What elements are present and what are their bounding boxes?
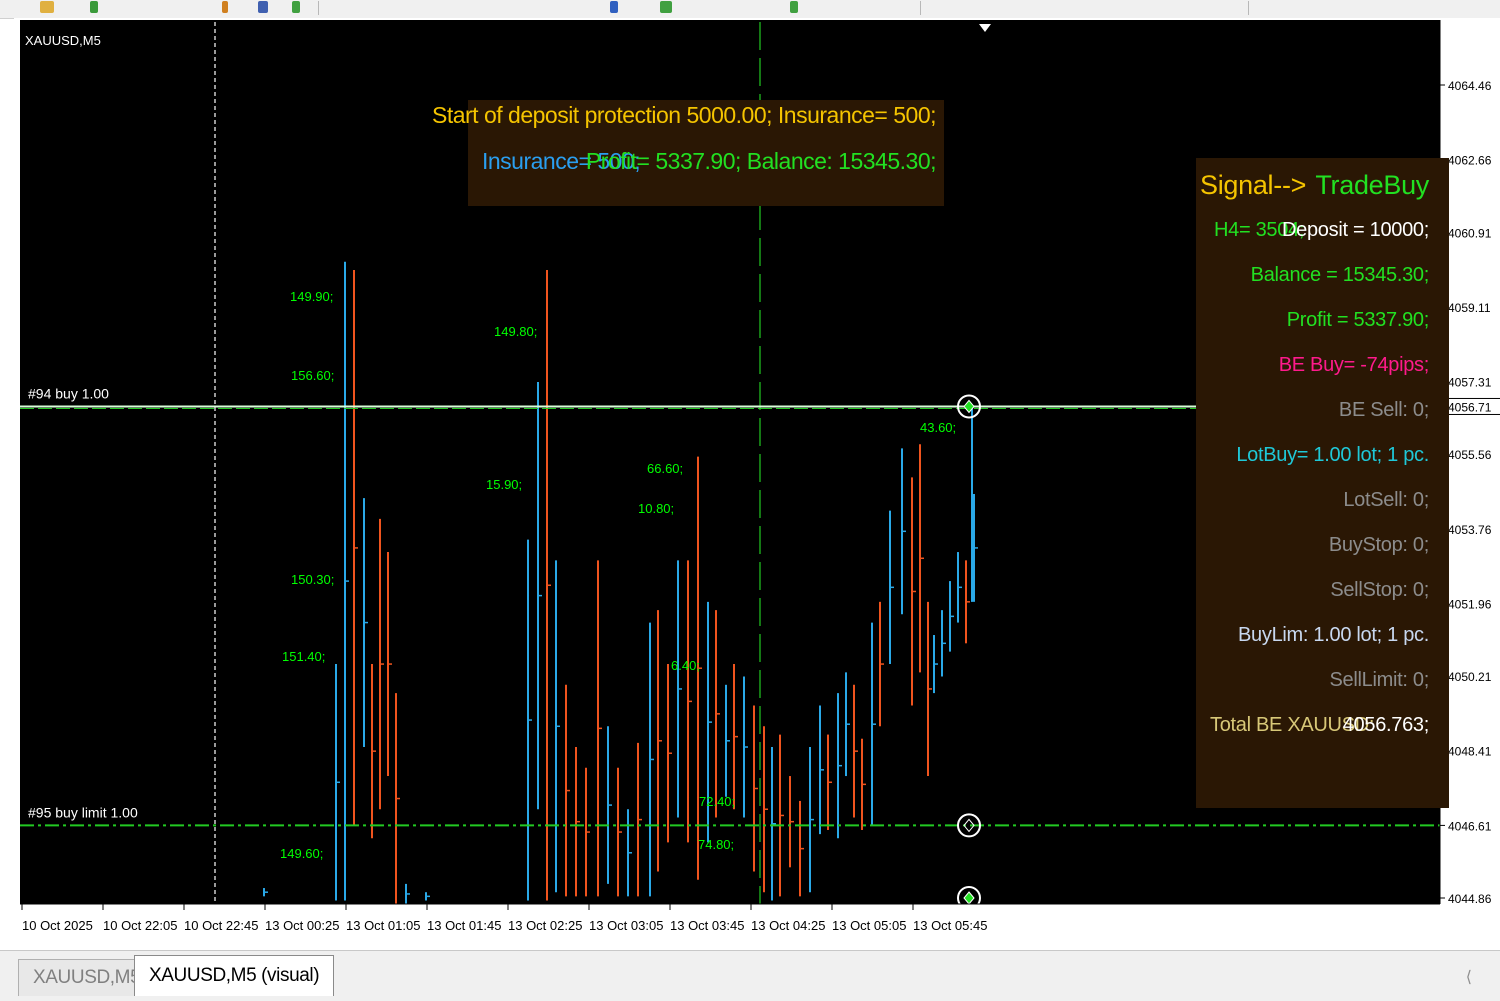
time-axis-label: 13 Oct 00:25 [265, 918, 339, 933]
price-axis-label: 4050.21 [1448, 670, 1492, 684]
order-profit-label: 72.40; [699, 794, 735, 809]
open-icon[interactable] [40, 1, 54, 13]
profit-value: Profit = 5337.90; [1286, 309, 1430, 331]
order-profit-label: 15.90; [486, 477, 522, 492]
price-axis-label: 4048.41 [1448, 745, 1492, 759]
lot-buy-value: LotBuy= 1.00 lot; 1 pc. [1236, 444, 1429, 466]
zoom-out-icon[interactable] [610, 1, 618, 13]
indicator-icon[interactable] [258, 1, 268, 13]
tab-scroll-left-icon[interactable]: ⟨ [1466, 967, 1472, 987]
order-profit-label: 150.30; [291, 572, 334, 587]
time-axis-label: 13 Oct 01:45 [427, 918, 501, 933]
price-axis-label: 4051.96 [1448, 597, 1492, 611]
chart-tab-bar: XAUUSD,M5 XAUUSD,M5 (visual) ⟨ [0, 950, 1500, 1001]
price-axis-label: 4060.91 [1448, 226, 1492, 240]
time-axis-label: 10 Oct 2025 [22, 918, 93, 933]
sell-stop-value: SellStop: 0; [1330, 579, 1429, 601]
toolbar [0, 0, 1500, 19]
order-profit-label: 151.40; [282, 649, 325, 664]
toolbar-separator [1248, 1, 1249, 15]
toolbar-separator [318, 1, 319, 15]
price-axis-label: 4044.86 [1448, 892, 1492, 906]
chart-symbol-label: XAUUSD,M5 [25, 33, 101, 48]
time-axis-label: 10 Oct 22:45 [184, 918, 258, 933]
order-profit-label: 149.90; [290, 289, 333, 304]
period-icon[interactable] [790, 1, 798, 13]
signal-value: TradeBuy [1315, 170, 1429, 200]
time-axis-label: 13 Oct 05:05 [832, 918, 906, 933]
time-axis-label: 13 Oct 05:45 [913, 918, 987, 933]
order-profit-label: 149.60; [280, 846, 323, 861]
order-label-95: #95 buy limit 1.00 [28, 804, 138, 820]
signal-label: Signal--> [1200, 170, 1307, 200]
time-axis-label: 10 Oct 22:05 [103, 918, 177, 933]
price-axis-label: 4057.31 [1448, 376, 1492, 390]
be-sell-value: BE Sell: 0; [1338, 399, 1429, 421]
order-profit-label: 74.80; [698, 837, 734, 852]
price-axis-label: 4062.66 [1448, 154, 1492, 168]
chart-icon[interactable] [222, 1, 228, 13]
order-profit-label: 43.60; [920, 420, 956, 435]
total-be-value: 4056.763; [1342, 714, 1430, 736]
zoom-in-icon[interactable] [292, 1, 300, 13]
be-buy-value: BE Buy= -74pips; [1278, 354, 1430, 376]
grid-icon[interactable] [660, 1, 672, 13]
time-axis-label: 13 Oct 03:45 [670, 918, 744, 933]
tab-xauusd-m5-visual[interactable]: XAUUSD,M5 (visual) [134, 955, 335, 996]
order-profit-label: 6.40; [671, 658, 700, 673]
trade-info-panel: Signal--> TradeBuy H4= 3504; Deposit = 1… [1196, 158, 1449, 808]
order-profit-label: 66.60; [647, 461, 683, 476]
price-axis-label: 4059.11 [1448, 301, 1491, 315]
profit-balance-text: Profit= 5337.90; Balance: 15345.30; [585, 148, 937, 174]
order-profit-label: 156.60; [291, 368, 334, 383]
buy-stop-value: BuyStop: 0; [1328, 534, 1429, 556]
balance-value: Balance = 15345.30; [1250, 264, 1430, 286]
order-profit-label: 149.80; [494, 324, 537, 339]
time-axis-label: 13 Oct 02:25 [508, 918, 582, 933]
price-axis-label: 4064.46 [1448, 79, 1492, 93]
time-axis-label: 13 Oct 03:05 [589, 918, 663, 933]
order-label-94: #94 buy 1.00 [28, 385, 109, 401]
price-axis-label: 4055.56 [1448, 448, 1492, 462]
lot-sell-value: LotSell: 0; [1343, 489, 1429, 511]
time-axis-label: 13 Oct 01:05 [346, 918, 420, 933]
deposit-protection-panel: Start of deposit protection 5000.00; Ins… [432, 100, 944, 206]
price-axis-label: 4053.76 [1448, 523, 1492, 537]
sell-limit-value: SellLimit: 0; [1329, 669, 1430, 691]
toolbar-separator [920, 1, 921, 15]
time-axis-label: 13 Oct 04:25 [751, 918, 825, 933]
deposit-value: Deposit = 10000; [1282, 219, 1429, 241]
chart-window[interactable]: #94 buy 1.00 #95 buy limit 1.00 149.90; 15… [14, 18, 1500, 950]
buy-limit-value: BuyLim: 1.00 lot; 1 pc. [1238, 624, 1429, 646]
price-axis-label: 4056.71 [1448, 400, 1492, 414]
deposit-protection-text: Start of deposit protection 5000.00; Ins… [432, 102, 937, 128]
save-icon[interactable] [90, 1, 98, 13]
price-axis-label: 4046.61 [1448, 819, 1492, 833]
order-profit-label: 10.80; [638, 501, 674, 516]
